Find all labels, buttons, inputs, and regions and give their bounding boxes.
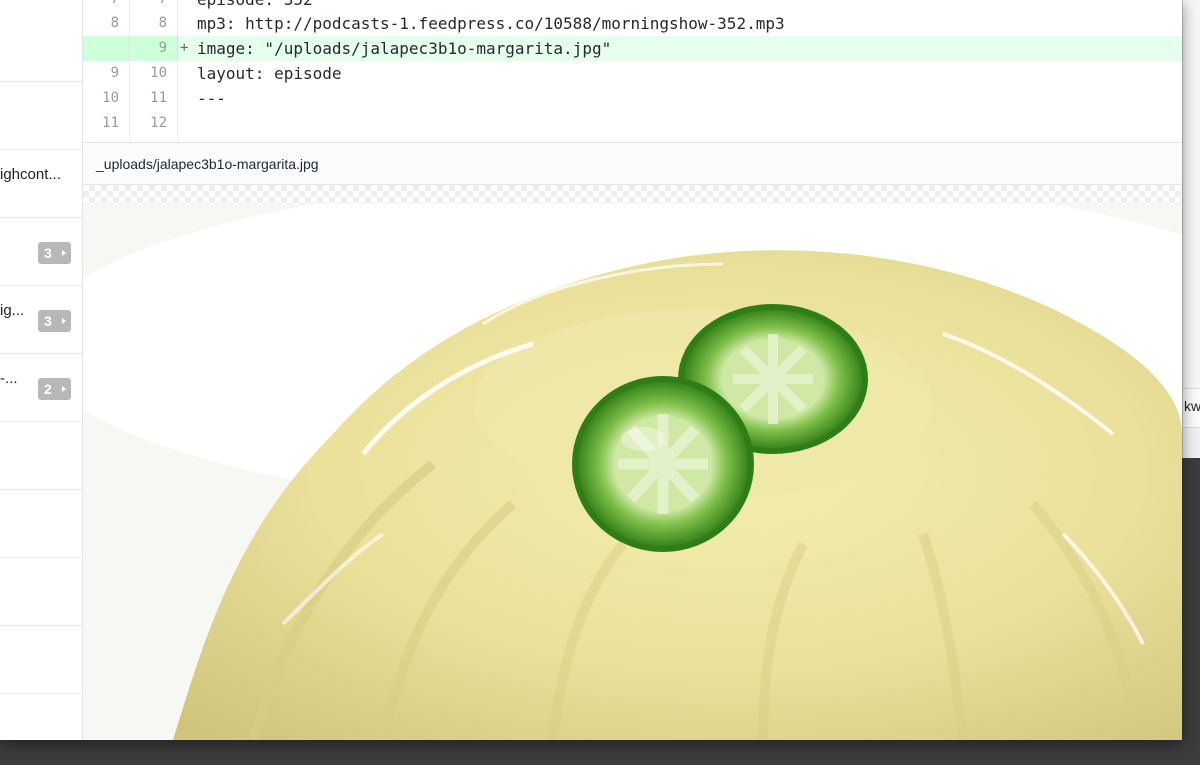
sidebar-item[interactable] — [0, 422, 82, 490]
diff-line: 9 10 layout: episode — [83, 61, 1182, 86]
background-app-panel — [1183, 0, 1200, 388]
chevron-right-icon — [62, 386, 66, 392]
count-badge[interactable]: 2 — [38, 378, 71, 400]
new-line-number[interactable]: 8 — [131, 11, 178, 36]
old-line-number[interactable]: 8 — [83, 11, 130, 36]
count-badge[interactable]: 3 — [38, 310, 71, 332]
sidebar-item[interactable]: 3 — [0, 218, 82, 286]
diff-line-added: 9 + image: "/uploads/jalapec3b1o-margari… — [83, 36, 1182, 61]
background-app-window: kw — [1182, 0, 1200, 458]
diff-line: 11 12 — [83, 111, 1182, 136]
sidebar-item[interactable]: ig... 3 — [0, 286, 82, 354]
sidebar-item[interactable]: -... 2 — [0, 354, 82, 422]
file-header: _uploads/jalapec3b1o-margarita.jpg — [83, 142, 1182, 185]
count-badge-value: 2 — [44, 381, 52, 397]
sidebar-item[interactable] — [0, 14, 82, 82]
image-preview-picture — [83, 204, 1182, 740]
old-line-number[interactable] — [83, 36, 130, 61]
sidebar: ighcont... 3 ig... 3 -... 2 — [0, 0, 83, 740]
chevron-right-icon — [62, 318, 66, 324]
diff-view: 7 7 episode: 352 8 8 mp3: http://podcast… — [83, 0, 1182, 142]
diff-marker: + — [180, 40, 189, 56]
count-badge-value: 3 — [44, 245, 52, 261]
diff-code: image: "/uploads/jalapec3b1o-margarita.j… — [197, 39, 612, 58]
chevron-right-icon — [62, 250, 66, 256]
sidebar-item[interactable] — [0, 558, 82, 626]
diff-code: layout: episode — [197, 64, 342, 83]
sidebar-item[interactable] — [0, 626, 82, 694]
old-line-number[interactable]: 9 — [83, 61, 130, 86]
count-badge-value: 3 — [44, 313, 52, 329]
new-line-number[interactable]: 12 — [131, 111, 178, 136]
new-line-number[interactable]: 9 — [131, 36, 178, 61]
old-line-number[interactable]: 11 — [83, 111, 130, 136]
sidebar-item[interactable] — [0, 490, 82, 558]
old-line-number[interactable]: 10 — [83, 86, 130, 111]
main-window: ighcont... 3 ig... 3 -... 2 8 8 mp3: htt… — [0, 0, 1182, 740]
sidebar-item-label: ighcont... — [0, 166, 61, 183]
diff-code: mp3: http://podcasts-1.feedpress.co/1058… — [197, 14, 785, 33]
sidebar-item[interactable]: ighcont... — [0, 150, 82, 218]
image-preview — [83, 185, 1182, 740]
new-line-number[interactable]: 11 — [131, 86, 178, 111]
diff-line: 10 11 --- — [83, 86, 1182, 111]
background-app-text: kw — [1184, 398, 1200, 414]
background-app-footer — [1183, 428, 1200, 458]
sidebar-item-label: -... — [0, 370, 18, 387]
count-badge[interactable]: 3 — [38, 242, 71, 264]
file-name[interactable]: _uploads/jalapec3b1o-margarita.jpg — [96, 156, 319, 172]
diff-code: --- — [197, 89, 226, 108]
new-line-number[interactable]: 10 — [131, 61, 178, 86]
diff-line: 8 8 mp3: http://podcasts-1.feedpress.co/… — [83, 11, 1182, 36]
sidebar-item-label: ig... — [0, 302, 25, 319]
sidebar-item[interactable] — [0, 82, 82, 150]
